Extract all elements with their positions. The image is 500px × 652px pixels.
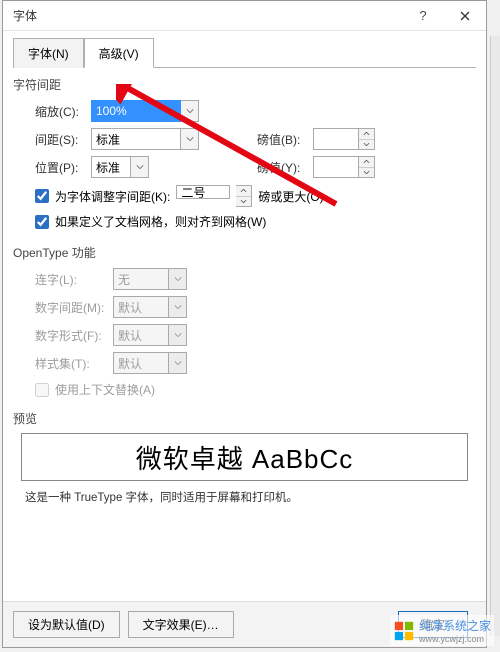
spacing-label: 间距(S): bbox=[35, 131, 91, 148]
snap-grid-row: 如果定义了文档网格，则对齐到网格(W) bbox=[35, 213, 476, 230]
position-label: 位置(P): bbox=[35, 159, 91, 176]
preview-sample: 微软卓越 AaBbCc bbox=[136, 439, 354, 476]
up-icon bbox=[359, 157, 374, 168]
side-ruler bbox=[490, 36, 500, 636]
numspacing-label: 数字间距(M): bbox=[35, 299, 113, 316]
chevron-down-icon[interactable] bbox=[181, 100, 199, 122]
watermark: 纯净系统之家 www.ycwjzj.com bbox=[390, 615, 494, 646]
preview-box: 微软卓越 AaBbCc bbox=[21, 433, 468, 481]
points-y-input[interactable] bbox=[313, 156, 359, 178]
points-b-label: 磅值(B): bbox=[257, 131, 313, 148]
points-b-spinner[interactable] bbox=[313, 128, 375, 150]
scale-input[interactable] bbox=[91, 100, 181, 122]
section-char-spacing: 字符间距 bbox=[13, 76, 476, 93]
ligature-input[interactable] bbox=[113, 268, 169, 290]
kerning-stepper[interactable] bbox=[236, 185, 252, 207]
up-icon bbox=[359, 129, 374, 140]
points-y-spinner[interactable] bbox=[313, 156, 375, 178]
kerning-checkbox-row: 为字体调整字间距(K): 磅或更大(O) bbox=[35, 185, 476, 207]
preview-caption: 这是一种 TrueType 字体，同时适用于屏幕和打印机。 bbox=[25, 489, 476, 505]
windows-logo-icon bbox=[393, 620, 415, 642]
spacing-input[interactable] bbox=[91, 128, 181, 150]
styleset-input[interactable] bbox=[113, 352, 169, 374]
points-y-label: 磅值(Y): bbox=[257, 159, 313, 176]
titlebar: 字体 ? bbox=[3, 1, 486, 31]
kerning-spinner[interactable] bbox=[176, 185, 252, 207]
down-icon bbox=[236, 197, 251, 207]
contextual-checkbox[interactable] bbox=[35, 383, 49, 397]
chevron-down-icon[interactable] bbox=[131, 156, 149, 178]
ligature-label: 连字(L): bbox=[35, 271, 113, 288]
tab-advanced[interactable]: 高级(V) bbox=[84, 38, 154, 68]
chevron-down-icon[interactable] bbox=[169, 324, 187, 346]
tabs: 字体(N) 高级(V) bbox=[13, 37, 476, 68]
scale-combo[interactable] bbox=[91, 100, 199, 122]
styleset-label: 样式集(T): bbox=[35, 355, 113, 372]
chevron-down-icon[interactable] bbox=[181, 128, 199, 150]
dialog-title: 字体 bbox=[3, 7, 402, 24]
numform-input[interactable] bbox=[113, 324, 169, 346]
down-icon bbox=[359, 168, 374, 178]
spacing-combo[interactable] bbox=[91, 128, 199, 150]
ligature-combo[interactable] bbox=[113, 268, 187, 290]
kerning-suffix: 磅或更大(O) bbox=[258, 188, 323, 205]
points-b-stepper[interactable] bbox=[359, 128, 375, 150]
chevron-down-icon[interactable] bbox=[169, 268, 187, 290]
numspacing-input[interactable] bbox=[113, 296, 169, 318]
styleset-combo[interactable] bbox=[113, 352, 187, 374]
watermark-url: www.ycwjzj.com bbox=[419, 634, 491, 644]
kerning-label: 为字体调整字间距(K): bbox=[55, 188, 170, 205]
watermark-title: 纯净系统之家 bbox=[419, 617, 491, 634]
points-y-stepper[interactable] bbox=[359, 156, 375, 178]
section-opentype: OpenType 功能 bbox=[13, 244, 476, 261]
text-effects-button[interactable]: 文字效果(E)… bbox=[128, 611, 234, 638]
close-button[interactable] bbox=[444, 1, 486, 31]
position-input[interactable] bbox=[91, 156, 131, 178]
numform-label: 数字形式(F): bbox=[35, 327, 113, 344]
chevron-down-icon[interactable] bbox=[169, 296, 187, 318]
snap-grid-checkbox[interactable] bbox=[35, 215, 49, 229]
position-combo[interactable] bbox=[91, 156, 149, 178]
snap-grid-label: 如果定义了文档网格，则对齐到网格(W) bbox=[55, 213, 266, 230]
scale-label: 缩放(C): bbox=[35, 103, 91, 120]
kerning-input[interactable] bbox=[176, 185, 230, 199]
chevron-down-icon[interactable] bbox=[169, 352, 187, 374]
numform-combo[interactable] bbox=[113, 324, 187, 346]
down-icon bbox=[359, 140, 374, 150]
tab-font[interactable]: 字体(N) bbox=[13, 38, 84, 68]
contextual-row: 使用上下文替换(A) bbox=[35, 381, 476, 398]
kerning-checkbox[interactable] bbox=[35, 189, 49, 203]
contextual-label: 使用上下文替换(A) bbox=[55, 381, 155, 398]
up-icon bbox=[236, 186, 251, 197]
numspacing-combo[interactable] bbox=[113, 296, 187, 318]
points-b-input[interactable] bbox=[313, 128, 359, 150]
section-preview: 预览 bbox=[13, 410, 476, 427]
help-button[interactable]: ? bbox=[402, 1, 444, 31]
set-default-button[interactable]: 设为默认值(D) bbox=[13, 611, 120, 638]
